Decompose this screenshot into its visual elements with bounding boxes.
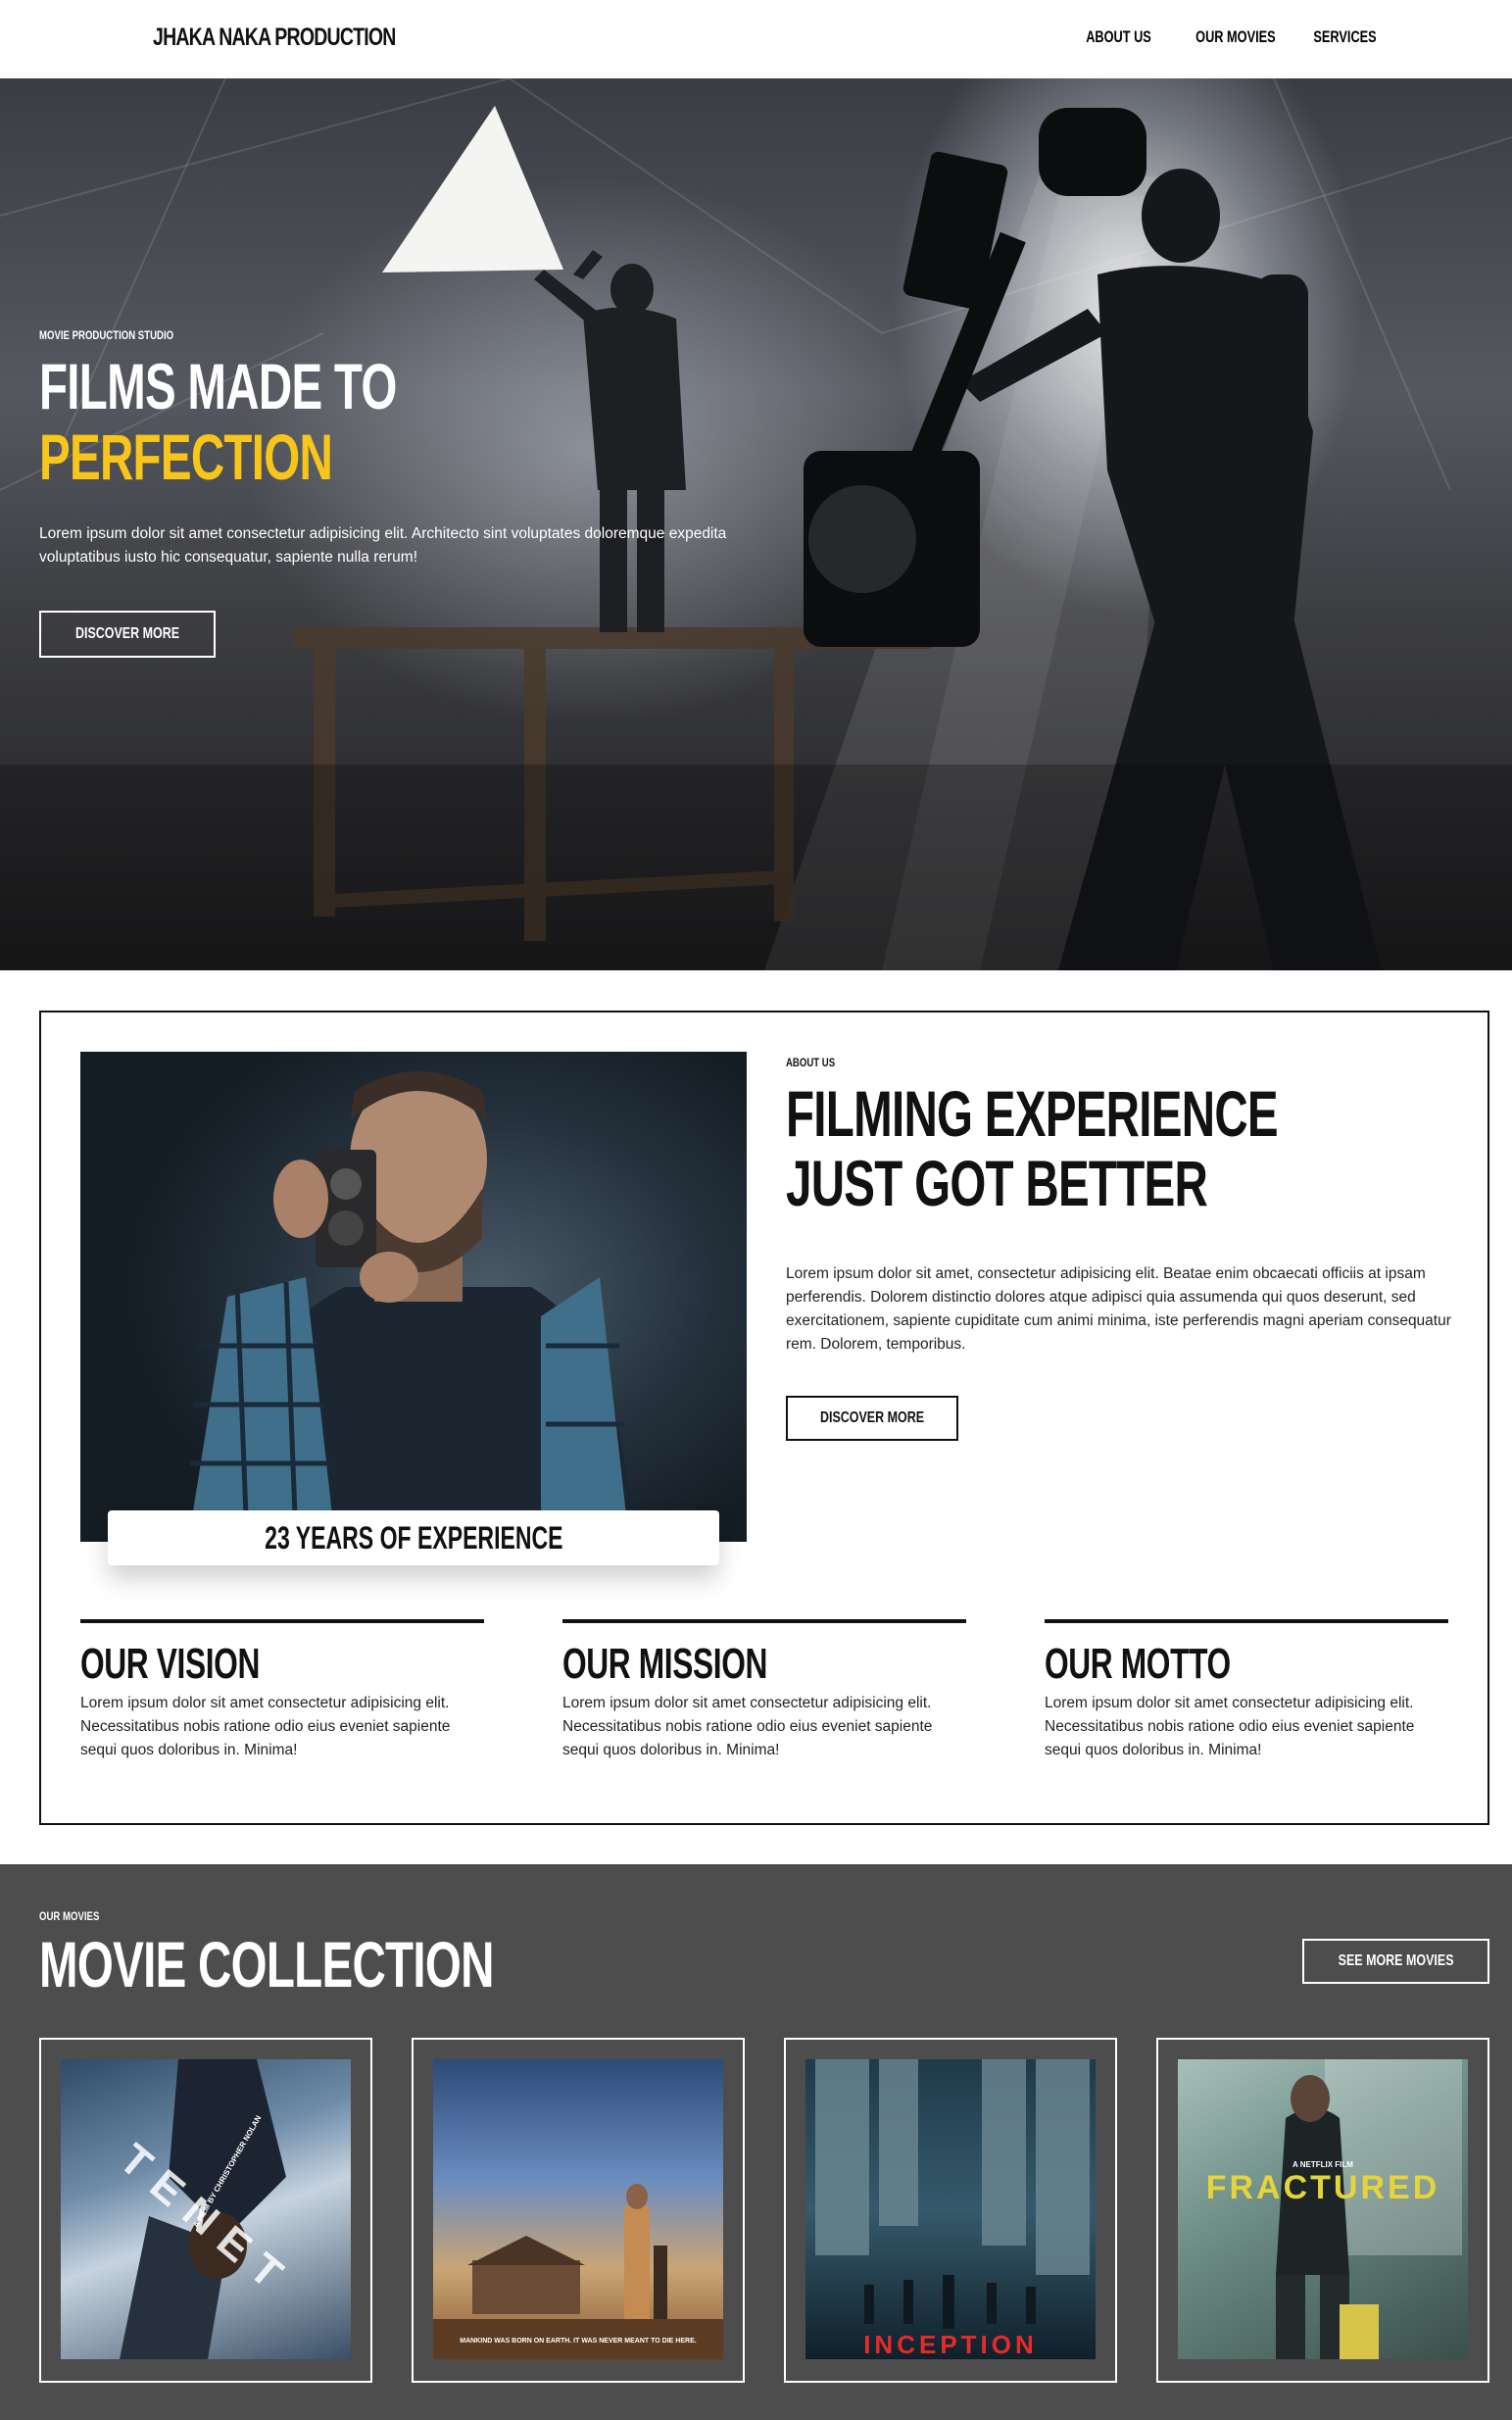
movie-card-interstellar[interactable]: MANKIND WAS BORN ON EARTH. IT WAS NEVER … (412, 2038, 745, 2383)
pillar-mission-title: OUR MISSION (562, 1640, 768, 1688)
pillar-mission: OUR MISSION Lorem ipsum dolor sit amet c… (562, 1619, 966, 1762)
pillar-vision: OUR VISION Lorem ipsum dolor sit amet co… (80, 1619, 484, 1762)
movie-card-fractured[interactable]: A NETFLIX FILM FRACTURED (1156, 2038, 1489, 2383)
poster-tenet: TENET A FILM BY CHRISTOPHER NOLAN (61, 2059, 351, 2359)
poster-inception: INCEPTION (805, 2059, 1096, 2359)
about-text: ABOUT US FILMING EXPERIENCE JUST GOT BET… (786, 1054, 1452, 1441)
hero-content: MOVIE PRODUCTION STUDIO FILMS MADE TO PE… (39, 328, 823, 659)
poster-interstellar-credit: MANKIND WAS BORN ON EARTH. IT WAS NEVER … (460, 2338, 697, 2345)
nav-link-our-movies[interactable]: OUR MOVIES (1195, 27, 1275, 47)
poster-fractured-credit: A NETFLIX FILM (1293, 2160, 1353, 2169)
pillar-motto-text: Lorem ipsum dolor sit amet consectetur a… (1045, 1695, 1415, 1759)
pillar-mission-text: Lorem ipsum dolor sit amet consectetur a… (562, 1695, 933, 1759)
experience-label: 23 YEARS OF EXPERIENCE (264, 1519, 563, 1556)
see-more-movies-button[interactable]: SEE MORE MOVIES (1301, 1939, 1489, 1984)
hero-eyebrow: MOVIE PRODUCTION STUDIO (39, 328, 174, 342)
movie-card-inception[interactable]: INCEPTION (784, 2038, 1117, 2383)
brand-logo[interactable]: JHAKA NAKA PRODUCTION (153, 24, 396, 52)
poster-fractured: A NETFLIX FILM FRACTURED (1178, 2059, 1468, 2359)
hero-discover-more-button[interactable]: DISCOVER MORE (39, 611, 217, 659)
poster-interstellar: MANKIND WAS BORN ON EARTH. IT WAS NEVER … (433, 2059, 723, 2359)
poster-inception-title: INCEPTION (863, 2330, 1038, 2359)
movie-card-tenet[interactable]: TENET A FILM BY CHRISTOPHER NOLAN (39, 2038, 372, 2383)
nav-link-about-us[interactable]: ABOUT US (1086, 27, 1151, 47)
movies-title: MOVIE COLLECTION (39, 1928, 494, 2000)
nav-link-services[interactable]: SERVICES (1314, 27, 1377, 47)
experience-card: 23 YEARS OF EXPERIENCE (108, 1510, 719, 1565)
hero-title-line2: PERFECTION (39, 420, 333, 493)
about-title-line1: FILMING EXPERIENCE (786, 1077, 1279, 1150)
movies-section: OUR MOVIES MOVIE COLLECTION SEE MORE MOV… (0, 1864, 1512, 2420)
pillar-motto: OUR MOTTO Lorem ipsum dolor sit amet con… (1045, 1619, 1448, 1762)
pillar-vision-text: Lorem ipsum dolor sit amet consectetur a… (80, 1695, 451, 1759)
pillar-motto-title: OUR MOTTO (1045, 1640, 1231, 1688)
about-eyebrow: ABOUT US (786, 1056, 836, 1069)
pillar-vision-title: OUR VISION (80, 1640, 260, 1688)
see-more-movies-label: SEE MORE MOVIES (1338, 1952, 1454, 1969)
photographer-image (80, 1052, 747, 1542)
hero-description: Lorem ipsum dolor sit amet consectetur a… (39, 525, 727, 567)
about-description: Lorem ipsum dolor sit amet, consectetur … (786, 1264, 1451, 1353)
hero-section: MOVIE PRODUCTION STUDIO FILMS MADE TO PE… (0, 78, 1512, 970)
about-discover-more-label: DISCOVER MORE (819, 1408, 925, 1426)
hero-title-line1: FILMS MADE TO (39, 350, 397, 422)
hero-discover-more-label: DISCOVER MORE (74, 625, 180, 643)
poster-fractured-title: FRACTURED (1205, 2169, 1440, 2206)
about-section: 23 YEARS OF EXPERIENCE ABOUT US FILMING … (39, 1011, 1489, 1825)
navbar: JHAKA NAKA PRODUCTION ABOUT US OUR MOVIE… (0, 0, 1512, 78)
about-title-line2: JUST GOT BETTER (786, 1147, 1208, 1220)
about-discover-more-button[interactable]: DISCOVER MORE (786, 1395, 959, 1441)
nav-links: ABOUT US OUR MOVIES SERVICES (1047, 27, 1377, 47)
movies-eyebrow: OUR MOVIES (39, 1909, 100, 1923)
